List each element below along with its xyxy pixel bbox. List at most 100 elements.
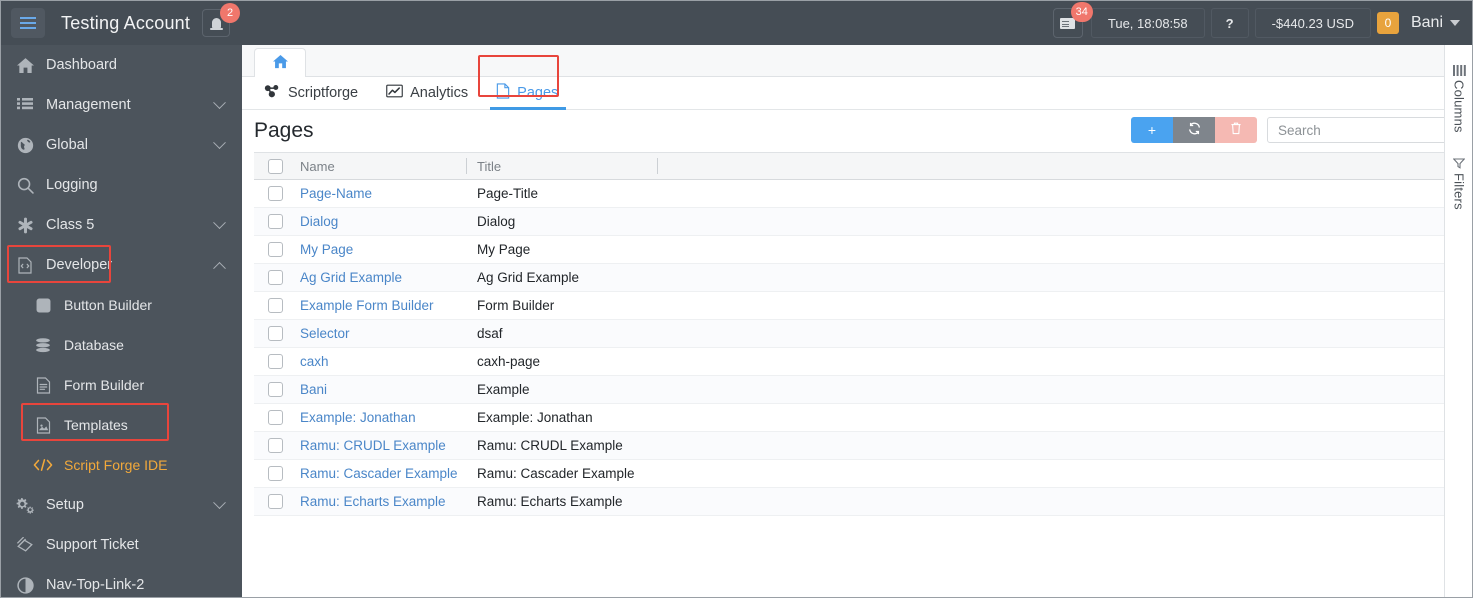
cell-name[interactable]: Selector [296, 320, 466, 348]
sidebar-item-templates[interactable]: Templates [1, 405, 242, 445]
row-select-cell[interactable] [254, 354, 296, 369]
checkbox-icon[interactable] [267, 158, 283, 174]
cell-name[interactable]: My Page [296, 236, 466, 264]
tab-pages[interactable]: Pages [482, 77, 572, 110]
cell-name[interactable]: Example Form Builder [296, 292, 466, 320]
count-badge[interactable]: 0 [1376, 12, 1399, 34]
user-menu[interactable]: Bani [1411, 14, 1460, 32]
hamburger-menu-icon[interactable] [11, 8, 45, 38]
cell-name[interactable]: Dialog [296, 208, 466, 236]
table-row[interactable]: My Page My Page [254, 236, 1445, 264]
row-select-cell[interactable] [254, 438, 296, 453]
checkbox-icon[interactable] [267, 438, 283, 453]
row-select-cell[interactable] [254, 326, 296, 341]
home-icon [272, 54, 288, 74]
refresh-button[interactable] [1173, 117, 1215, 143]
checkbox-icon[interactable] [267, 298, 283, 313]
sidebar-item-script-forge-ide[interactable]: Script Forge IDE [1, 445, 242, 485]
sidebar-item-label: Database [64, 337, 124, 353]
checkbox-icon[interactable] [267, 242, 283, 257]
table-row[interactable]: Page-Name Page-Title [254, 180, 1445, 208]
home-tab[interactable] [254, 48, 306, 78]
sidebar-item-nav-top-link-2[interactable]: Nav-Top-Link-2 [1, 565, 242, 597]
search-icon [15, 175, 35, 195]
sidebar-item-logging[interactable]: Logging [1, 165, 242, 205]
columns-panel-button[interactable]: Columns [1445, 65, 1472, 133]
table-row[interactable]: Ramu: CRUDL Example Ramu: CRUDL Example [254, 432, 1445, 460]
sidebar-item-global[interactable]: Global [1, 125, 242, 165]
delete-button[interactable] [1215, 117, 1257, 143]
table-row[interactable]: Ramu: Echarts Example Ramu: Echarts Examp… [254, 488, 1445, 516]
sidebar-item-form-builder[interactable]: Form Builder [1, 365, 242, 405]
table-row[interactable]: Selector dsaf [254, 320, 1445, 348]
row-select-cell[interactable] [254, 410, 296, 425]
checkbox-icon[interactable] [267, 214, 283, 229]
cell-name[interactable]: Bani [296, 376, 466, 404]
cell-name[interactable]: Example: Jonathan [296, 404, 466, 432]
account-title: Testing Account [61, 12, 191, 33]
checkbox-icon[interactable] [267, 354, 283, 369]
sidebar-item-dashboard[interactable]: Dashboard [1, 45, 242, 85]
row-select-cell[interactable] [254, 466, 296, 481]
checkbox-icon[interactable] [267, 270, 283, 285]
cell-name[interactable]: Page-Name [296, 180, 466, 208]
sidebar-item-label: Dashboard [46, 57, 117, 73]
column-header-title[interactable]: Title [467, 153, 657, 180]
select-all-cell[interactable] [254, 158, 296, 174]
documents-badge: 34 [1070, 2, 1093, 22]
column-header-empty [658, 153, 1445, 180]
sidebar-item-developer[interactable]: Developer [1, 245, 242, 285]
cell-name[interactable]: Ramu: Echarts Example [296, 488, 466, 516]
documents-button[interactable]: 34 [1052, 2, 1093, 38]
sidebar-item-database[interactable]: Database [1, 325, 242, 365]
checkbox-icon[interactable] [267, 382, 283, 397]
row-select-cell[interactable] [254, 382, 296, 397]
sidebar-item-management[interactable]: Management [1, 85, 242, 125]
table-row[interactable]: Example Form Builder Form Builder [254, 292, 1445, 320]
checkbox-icon[interactable] [267, 410, 283, 425]
sidebar-item-setup[interactable]: Setup [1, 485, 242, 525]
cell-name[interactable]: caxh [296, 348, 466, 376]
checkbox-icon[interactable] [267, 494, 283, 509]
cell-name[interactable]: Ramu: CRUDL Example [296, 432, 466, 460]
table-row[interactable]: Bani Example [254, 376, 1445, 404]
balance-display[interactable]: -$440.23 USD [1254, 8, 1371, 38]
row-select-cell[interactable] [254, 214, 296, 229]
checkbox-icon[interactable] [267, 326, 283, 341]
sidebar-item-button-builder[interactable]: Button Builder [1, 285, 242, 325]
tab-analytics[interactable]: Analytics [372, 77, 482, 109]
cell-name[interactable]: Ag Grid Example [296, 264, 466, 292]
content-area: Scriptforge Analytics Pages Pages + Sear… [242, 45, 1472, 597]
table-row[interactable]: Dialog Dialog [254, 208, 1445, 236]
help-button[interactable]: ? [1210, 8, 1249, 38]
checkbox-icon[interactable] [267, 186, 283, 201]
cell-title: Ag Grid Example [477, 270, 580, 285]
sidebar-item-support-ticket[interactable]: Support Ticket [1, 525, 242, 565]
cell-title: Ramu: Echarts Example [477, 494, 623, 509]
table-row[interactable]: Ramu: Cascader Example Ramu: Cascader Exa… [254, 460, 1445, 488]
table-row[interactable]: caxh caxh-page [254, 348, 1445, 376]
row-select-cell[interactable] [254, 270, 296, 285]
add-button[interactable]: + [1131, 117, 1173, 143]
sidebar-item-label: Logging [46, 177, 98, 193]
pages-grid: Name Title Page-Name Page-Title Dialog Dial… [254, 152, 1446, 562]
notifications[interactable]: 2 [202, 3, 241, 37]
column-header-name[interactable]: Name [296, 153, 466, 180]
cell-name[interactable]: Ramu: Cascader Example [296, 460, 466, 488]
row-select-cell[interactable] [254, 186, 296, 201]
clock-display[interactable]: Tue, 18:08:58 [1090, 8, 1205, 38]
filters-panel-button[interactable]: Filters [1445, 158, 1472, 210]
search-input[interactable] [1267, 117, 1472, 143]
checkbox-icon[interactable] [267, 466, 283, 481]
gears-icon [15, 495, 35, 515]
row-select-cell[interactable] [254, 298, 296, 313]
row-select-cell[interactable] [254, 494, 296, 509]
sidebar-item-class-5[interactable]: Class 5 [1, 205, 242, 245]
cell-title: Ramu: Cascader Example [477, 466, 635, 481]
page-header: Pages + [242, 110, 1472, 152]
tab-scriptforge[interactable]: Scriptforge [250, 77, 372, 109]
table-row[interactable]: Example: Jonathan Example: Jonathan [254, 404, 1445, 432]
row-select-cell[interactable] [254, 242, 296, 257]
table-row[interactable]: Ag Grid Example Ag Grid Example [254, 264, 1445, 292]
module-tabs: Scriptforge Analytics Pages [242, 55, 1472, 110]
